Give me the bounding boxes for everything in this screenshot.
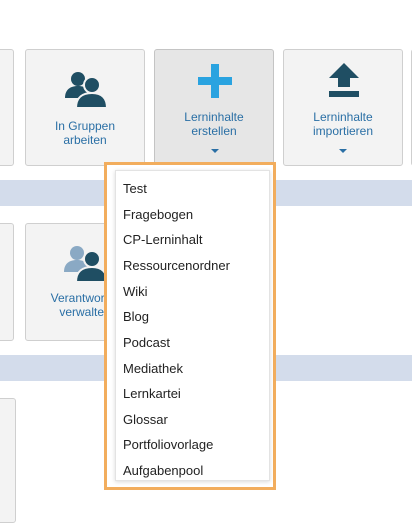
- menu-item-podcast[interactable]: Podcast: [123, 333, 170, 353]
- menu-item-wiki[interactable]: Wiki: [123, 282, 148, 302]
- menu-item-portfoliovorlage[interactable]: Portfoliovorlage: [123, 435, 213, 455]
- menu-item-blog[interactable]: Blog: [123, 307, 149, 327]
- users-icon: [65, 72, 108, 109]
- tile-label-line1: In Gruppen: [54, 119, 116, 133]
- menu-item-fragebogen[interactable]: Fragebogen: [123, 205, 193, 225]
- dropdown-menu: Test Fragebogen CP-Lerninhalt Ressourcen…: [115, 170, 270, 481]
- tile-lerninhalte-erstellen[interactable]: Lerninhalte erstellen: [154, 49, 274, 166]
- create-content-dropdown: Test Fragebogen CP-Lerninhalt Ressourcen…: [104, 162, 276, 490]
- tile-left-partial-3[interactable]: [0, 398, 16, 523]
- tile-label-line2: erstellen: [191, 124, 237, 138]
- tile-label-line2: importieren: [312, 124, 374, 138]
- tile-lerninhalte-importieren[interactable]: Lerninhalte importieren: [283, 49, 403, 166]
- menu-item-mediathek[interactable]: Mediathek: [123, 359, 183, 379]
- tile-left-partial-1[interactable]: [0, 49, 14, 166]
- tile-in-gruppen-arbeiten[interactable]: In Gruppen arbeiten: [25, 49, 145, 166]
- chevron-down-icon: [339, 149, 347, 153]
- menu-item-lernkartei[interactable]: Lernkartei: [123, 384, 181, 404]
- upload-icon: [329, 63, 359, 97]
- plus-icon: [198, 64, 232, 98]
- menu-item-cp-lerninhalt[interactable]: CP-Lerninhalt: [123, 230, 203, 250]
- menu-item-aufgabenpool[interactable]: Aufgabenpool: [123, 461, 203, 481]
- menu-item-glossar[interactable]: Glossar: [123, 410, 168, 430]
- tile-left-partial-2[interactable]: [0, 223, 14, 341]
- menu-item-test[interactable]: Test: [123, 179, 147, 199]
- menu-item-ressourcenordner[interactable]: Ressourcenordner: [123, 256, 230, 276]
- tile-label-line1: Lerninhalte: [184, 110, 244, 124]
- tile-label-line2: arbeiten: [63, 133, 107, 147]
- tile-label-line1: Lerninhalte: [313, 110, 373, 124]
- chevron-down-icon: [211, 149, 219, 153]
- responsible-users-icon: [64, 246, 108, 283]
